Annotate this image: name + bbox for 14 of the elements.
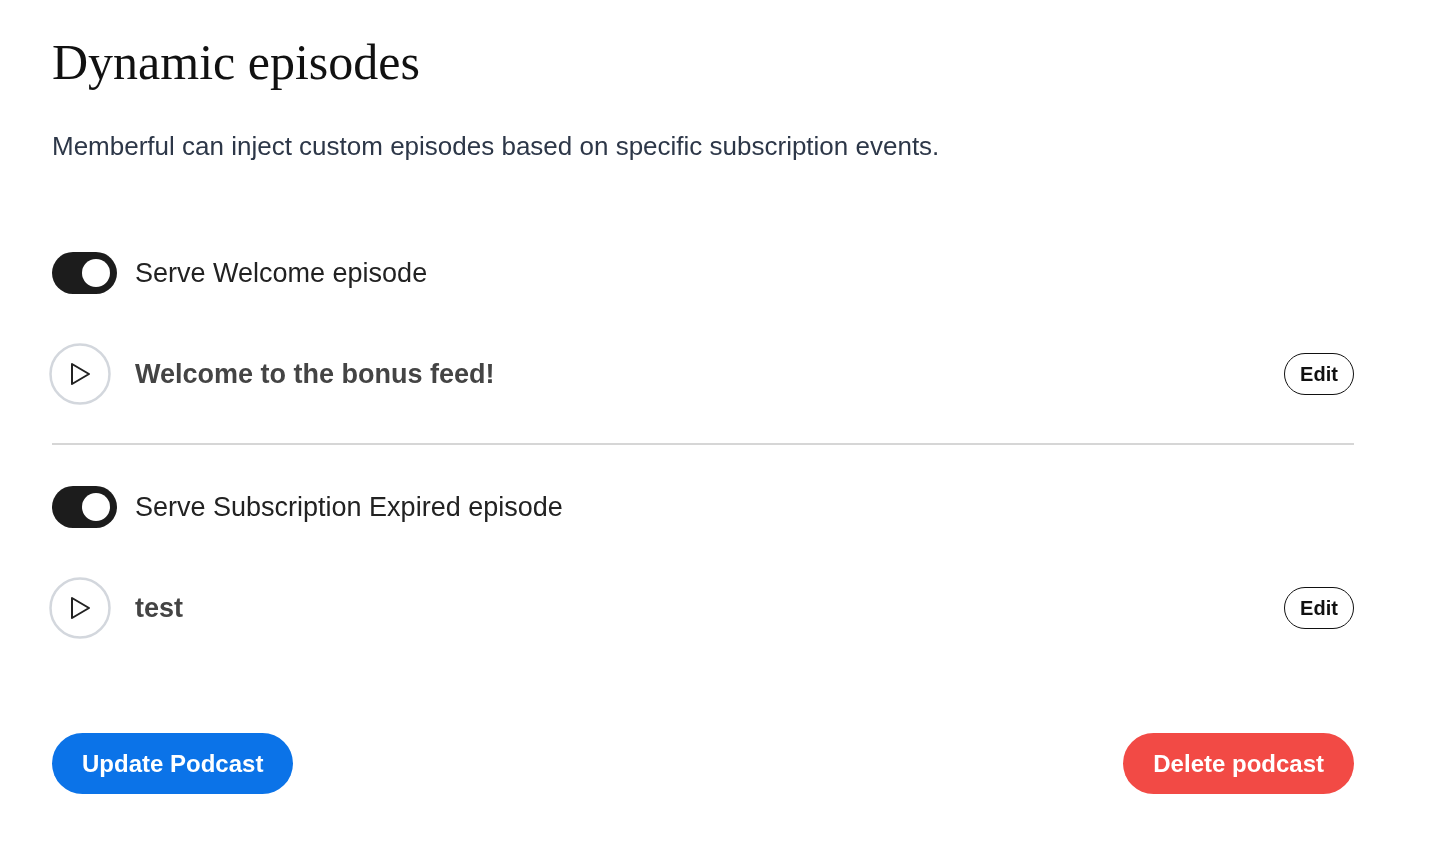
toggle-switch[interactable] bbox=[52, 486, 117, 528]
toggle-label: Serve Subscription Expired episode bbox=[135, 491, 563, 523]
toggle-switch[interactable] bbox=[52, 252, 117, 294]
play-icon[interactable] bbox=[49, 577, 111, 639]
episode-title: Welcome to the bonus feed! bbox=[135, 358, 496, 390]
page-title: Dynamic episodes bbox=[52, 33, 421, 92]
description: Memberful can inject custom episodes based on specific subscription events. bbox=[52, 130, 941, 163]
update-button[interactable]: Update Podcast bbox=[52, 733, 294, 794]
edit-button[interactable]: Edit bbox=[1284, 587, 1354, 629]
delete-button[interactable]: Delete podcast bbox=[1123, 733, 1354, 794]
edit-button[interactable]: Edit bbox=[1284, 353, 1354, 395]
play-icon[interactable] bbox=[49, 343, 111, 405]
toggle-label: Serve Welcome episode bbox=[135, 257, 428, 289]
episode-title: test bbox=[135, 592, 184, 624]
